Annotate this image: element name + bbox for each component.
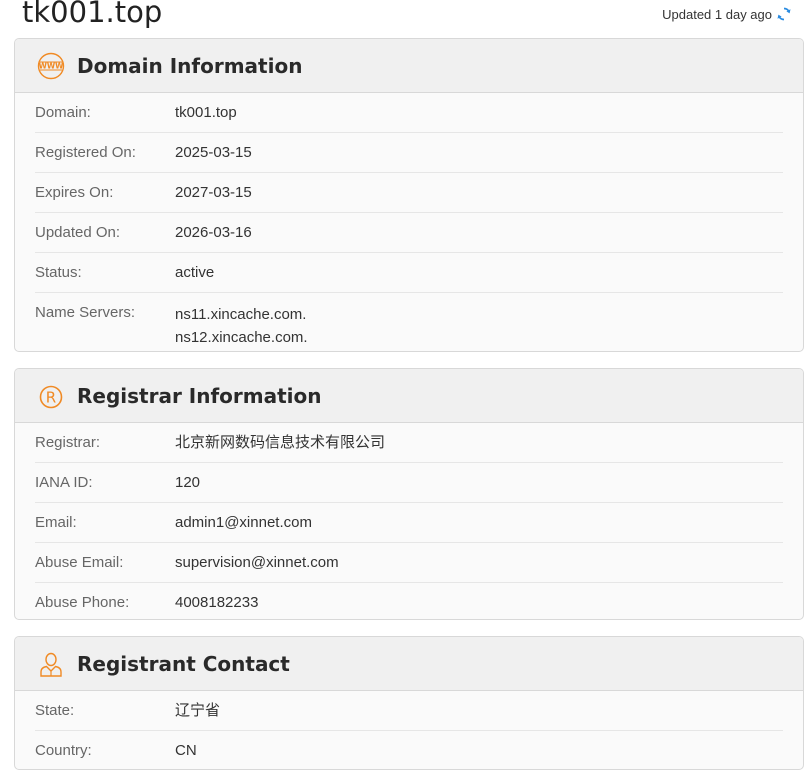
- card-title: Registrant Contact: [77, 651, 290, 676]
- row-value: 120: [175, 474, 201, 491]
- info-row: Name Servers: ns11.xincache.com. ns12.xinc…: [35, 293, 783, 351]
- info-row: Email: admin1@xinnet.com: [35, 503, 783, 543]
- refresh-icon[interactable]: [776, 6, 792, 22]
- row-label: Domain:: [35, 104, 91, 121]
- page-header: tk001.top Updated 1 day ago: [0, 0, 810, 36]
- row-label: Expires On:: [35, 184, 114, 201]
- updated-status: Updated 1 day ago: [662, 6, 792, 22]
- registrant-contact-header: Registrant Contact: [15, 637, 803, 691]
- info-row: Expires On: 2027-03-15: [35, 173, 783, 213]
- row-value: 2025-03-15: [175, 144, 252, 161]
- row-value: CN: [175, 742, 197, 759]
- row-value: 北京新网数码信息技术有限公司: [175, 434, 386, 451]
- row-value-line: ns11.xincache.com.: [175, 306, 307, 323]
- row-value: 2026-03-16: [175, 224, 252, 241]
- row-label: Status:: [35, 264, 82, 281]
- row-value: supervision@xinnet.com: [175, 554, 339, 571]
- info-row: Abuse Phone: 4008182233: [35, 583, 783, 619]
- svg-text:WWW: WWW: [39, 61, 65, 70]
- row-value: 2027-03-15: [175, 184, 252, 201]
- domain-information-header: WWW Domain Information: [15, 39, 803, 93]
- www-icon: WWW: [37, 52, 65, 80]
- info-row: Domain: tk001.top: [35, 93, 783, 133]
- row-label: Name Servers:: [35, 304, 136, 321]
- info-row: Registered On: 2025-03-15: [35, 133, 783, 173]
- info-row: Status: active: [35, 253, 783, 293]
- row-value: admin1@xinnet.com: [175, 514, 312, 531]
- registrar-information-rows: Registrar: 北京新网数码信息技术有限公司 IANA ID: 120 Email…: [15, 423, 803, 619]
- registrar-information-card: R Registrar Information Registrar: 北京新网数码…: [14, 368, 804, 620]
- row-value: active: [175, 264, 215, 281]
- row-label: Abuse Phone:: [35, 594, 130, 611]
- row-label: State:: [35, 702, 75, 719]
- row-value-line: ns12.xincache.com.: [175, 329, 308, 346]
- registrant-contact-rows: State: 辽宁省 Country: CN: [15, 691, 803, 769]
- info-row: Country: CN: [35, 731, 783, 769]
- card-title: Registrar Information: [77, 383, 322, 408]
- registrar-information-header: R Registrar Information: [15, 369, 803, 423]
- page-title: tk001.top: [22, 0, 163, 29]
- registrant-contact-card: Registrant Contact State: 辽宁省 Country: CN: [14, 636, 804, 770]
- info-row: IANA ID: 120: [35, 463, 783, 503]
- info-row: State: 辽宁省: [35, 691, 783, 731]
- person-icon: [37, 650, 65, 678]
- updated-text: Updated 1 day ago: [662, 6, 772, 22]
- row-value: 4008182233: [175, 594, 259, 611]
- info-row: Updated On: 2026-03-16: [35, 213, 783, 253]
- card-title: Domain Information: [77, 53, 303, 78]
- row-label: Updated On:: [35, 224, 121, 241]
- info-row: Registrar: 北京新网数码信息技术有限公司: [35, 423, 783, 463]
- row-value: 辽宁省: [175, 702, 221, 719]
- row-label: Abuse Email:: [35, 554, 124, 571]
- domain-information-card: WWW Domain Information Domain: tk001.top R…: [14, 38, 804, 352]
- domain-information-rows: Domain: tk001.top Registered On: 2025-03-15…: [15, 93, 803, 351]
- info-row: Abuse Email: supervision@xinnet.com: [35, 543, 783, 583]
- registered-icon: R: [37, 382, 65, 410]
- row-label: Country:: [35, 742, 92, 759]
- row-label: Registered On:: [35, 144, 136, 161]
- row-value: ns11.xincache.com. ns12.xincache.com.: [175, 303, 308, 349]
- svg-text:R: R: [46, 388, 56, 406]
- row-label: Email:: [35, 514, 77, 531]
- row-label: Registrar:: [35, 434, 101, 451]
- row-label: IANA ID:: [35, 474, 93, 491]
- row-value: tk001.top: [175, 104, 237, 121]
